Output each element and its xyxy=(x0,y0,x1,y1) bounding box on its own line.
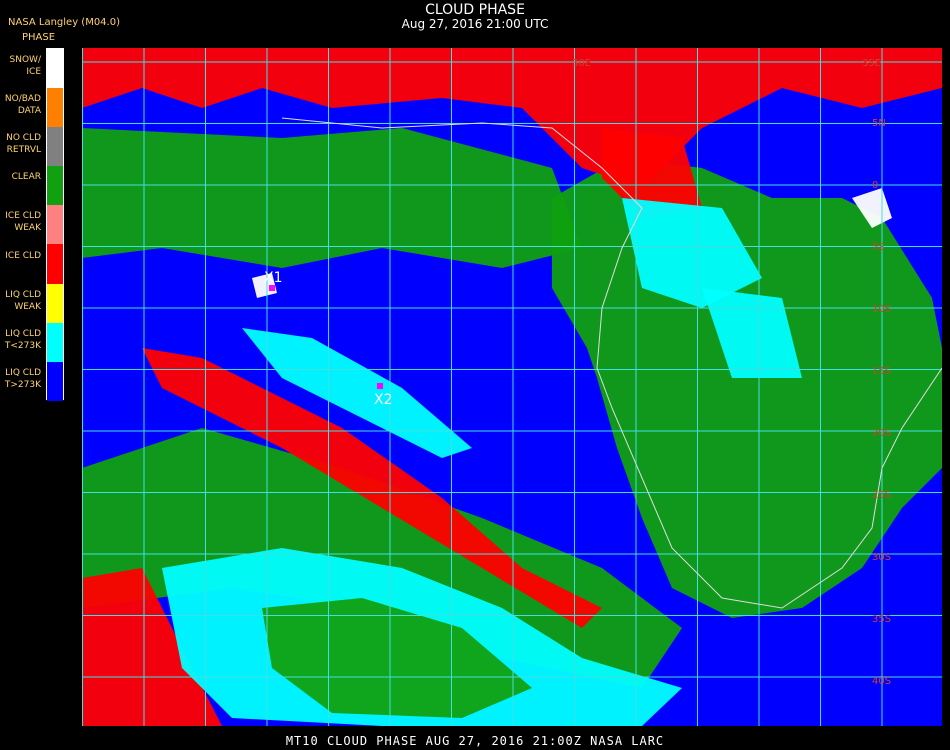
legend-label: NO CLD RETRVL xyxy=(6,133,41,156)
footer-caption: MT10 CLOUD PHASE AUG 27, 2016 21:00Z NAS… xyxy=(285,734,665,748)
map-timestamp: Aug 27, 2016 21:00 UTC xyxy=(401,17,549,31)
grid-label: 0 xyxy=(872,180,878,191)
legend-label: LIQ CLD T<273K xyxy=(4,328,41,351)
legend-swatch xyxy=(47,127,63,167)
legend-swatch xyxy=(47,322,63,362)
grid-label: 30S xyxy=(872,552,891,563)
legend-label: LIQ CLD T>273K xyxy=(4,367,41,390)
grid-label: 35E xyxy=(862,58,881,69)
legend-swatch xyxy=(47,166,63,206)
grid-label: 35S xyxy=(872,614,891,625)
legend-colorbar xyxy=(46,48,64,401)
legend-swatch xyxy=(47,244,63,284)
grid-label: 25S xyxy=(872,490,891,501)
grid-label: 20S xyxy=(872,428,891,439)
grid-label: 40S xyxy=(872,676,891,687)
station-marker-label: X1 xyxy=(264,270,283,286)
legend-label: LIQ CLD WEAK xyxy=(5,289,41,312)
satellite-map[interactable]: 30E 35E 5N 0 5S 10S 15S 20S 25S 30S 35S 40S X1 X2 xyxy=(82,48,942,726)
grid-label: 5S xyxy=(872,242,885,253)
legend-swatch xyxy=(47,283,63,323)
cloud-region xyxy=(682,608,942,726)
legend-label: NO/BAD DATA xyxy=(4,94,41,117)
legend-label: ICE CLD xyxy=(5,250,41,261)
legend-swatch xyxy=(47,361,63,401)
station-marker-label: X2 xyxy=(374,392,393,408)
station-marker[interactable] xyxy=(377,383,383,389)
legend-label: CLEAR xyxy=(11,172,41,183)
map-title: CLOUD PHASE xyxy=(425,2,525,18)
legend-swatch xyxy=(47,205,63,245)
legend-label: ICE CLD WEAK xyxy=(5,211,41,234)
grid-label: 30E xyxy=(572,58,591,69)
grid-label: 10S xyxy=(872,304,891,315)
legend-title: PHASE xyxy=(22,32,56,43)
legend-swatch xyxy=(47,49,63,89)
legend-swatch xyxy=(47,88,63,128)
grid-label: 15S xyxy=(872,366,891,377)
legend-label: SNOW/ICE xyxy=(9,55,41,77)
grid-label: 5N xyxy=(872,118,886,129)
agency-label: NASA Langley (M04.0) xyxy=(8,17,120,28)
cloud-phase-map[interactable]: 30E 35E 5N 0 5S 10S 15S 20S 25S 30S 35S 40S X1 X2 xyxy=(82,48,942,726)
